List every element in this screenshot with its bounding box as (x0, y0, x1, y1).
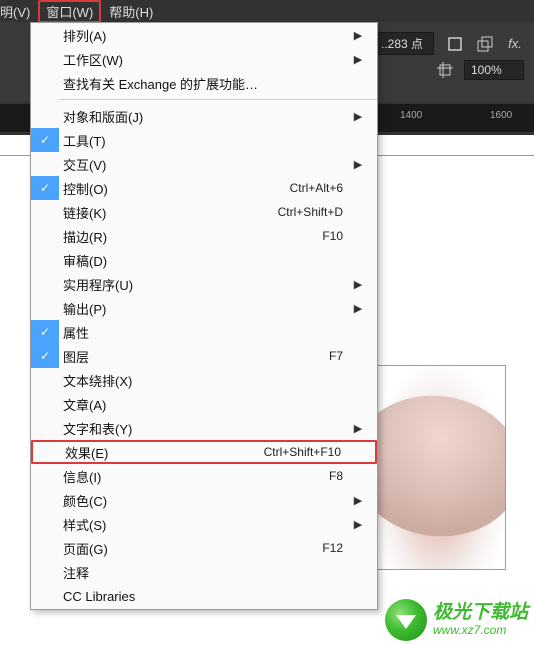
value-field-1[interactable]: ..283 点 (374, 32, 434, 55)
watermark: 极光下载站 www.xz7.com (385, 599, 528, 641)
check-icon: ✓ (31, 320, 59, 344)
check-icon: ✓ (31, 128, 59, 152)
menu-exchange-label: 查找有关 Exchange 的扩展功能… (59, 74, 351, 93)
menu-comments[interactable]: 注释 (31, 560, 377, 584)
submenu-arrow-icon: ▶ (351, 518, 365, 531)
menu-layers-label: 图层 (59, 347, 329, 366)
menu-textwrap[interactable]: 文本绕排(X) (31, 368, 377, 392)
menu-output[interactable]: 输出(P)▶ (31, 296, 377, 320)
menu-tools[interactable]: ✓工具(T) (31, 128, 377, 152)
menu-attributes[interactable]: ✓属性 (31, 320, 377, 344)
toolbar-right-1: ..283 点 fx. (374, 32, 524, 55)
menu-tools-label: 工具(T) (59, 131, 351, 150)
menu-attributes-label: 属性 (59, 323, 351, 342)
crop-icon[interactable] (436, 61, 454, 79)
submenu-arrow-icon: ▶ (351, 422, 365, 435)
image-content (371, 385, 506, 547)
menu-info-label: 信息(I) (59, 467, 329, 486)
menu-effects-label: 效果(E) (61, 443, 264, 462)
layers-icon[interactable] (476, 35, 494, 53)
submenu-arrow-icon: ▶ (351, 110, 365, 123)
menu-comments-label: 注释 (59, 563, 351, 582)
watermark-title: 极光下载站 (433, 603, 528, 624)
menu-review[interactable]: 审稿(D) (31, 248, 377, 272)
separator (59, 99, 377, 100)
check-icon: ✓ (31, 176, 59, 200)
shortcut-text: Ctrl+Shift+F10 (264, 445, 341, 459)
image-frame[interactable] (371, 365, 506, 570)
square-icon[interactable] (446, 35, 464, 53)
menu-textwrap-label: 文本绕排(X) (59, 371, 351, 390)
fx-icon[interactable]: fx. (506, 35, 524, 53)
shortcut-text: Ctrl+Alt+6 (290, 181, 343, 195)
menu-type-tables-label: 文字和表(Y) (59, 419, 351, 438)
menu-links[interactable]: 链接(K)Ctrl+Shift+D (31, 200, 377, 224)
menu-bar: 明(V) 窗口(W) 帮助(H) (0, 0, 534, 22)
menu-item-cut[interactable]: 明(V) (0, 0, 38, 23)
menu-output-label: 输出(P) (59, 299, 351, 318)
menu-obj-layout-label: 对象和版面(J) (59, 107, 351, 126)
menu-arrange[interactable]: 排列(A)▶ (31, 23, 377, 47)
menu-styles-label: 样式(S) (59, 515, 351, 534)
watermark-url: www.xz7.com (433, 624, 528, 637)
menu-control[interactable]: ✓控制(O)Ctrl+Alt+6 (31, 176, 377, 200)
menu-overlays[interactable]: Overlays (31, 608, 377, 611)
menu-utilities[interactable]: 实用程序(U)▶ (31, 272, 377, 296)
menu-pages[interactable]: 页面(G)F12 (31, 536, 377, 560)
menu-obj-layout[interactable]: 对象和版面(J)▶ (31, 104, 377, 128)
menu-cross-label: 交互(V) (59, 155, 351, 174)
menu-stroke[interactable]: 描边(R)F10 (31, 224, 377, 248)
menu-effects[interactable]: 效果(E)Ctrl+Shift+F10 (31, 440, 377, 464)
menu-pages-label: 页面(G) (59, 539, 322, 558)
menu-styles[interactable]: 样式(S)▶ (31, 512, 377, 536)
submenu-arrow-icon: ▶ (351, 302, 365, 315)
watermark-logo-icon (385, 599, 427, 641)
menu-item-help[interactable]: 帮助(H) (101, 0, 161, 23)
menu-info[interactable]: 信息(I)F8 (31, 464, 377, 488)
menu-arrange-label: 排列(A) (59, 26, 351, 45)
submenu-arrow-icon: ▶ (351, 278, 365, 291)
submenu-arrow-icon: ▶ (351, 53, 365, 66)
menu-item-window[interactable]: 窗口(W) (38, 0, 101, 23)
menu-exchange[interactable]: 查找有关 Exchange 的扩展功能… (31, 71, 377, 95)
menu-workspace[interactable]: 工作区(W)▶ (31, 47, 377, 71)
shortcut-text: F12 (322, 541, 343, 555)
menu-type-tables[interactable]: 文字和表(Y)▶ (31, 416, 377, 440)
menu-stroke-label: 描边(R) (59, 227, 322, 246)
shortcut-text: F8 (329, 469, 343, 483)
menu-layers[interactable]: ✓图层F7 (31, 344, 377, 368)
menu-links-label: 链接(K) (59, 203, 278, 222)
submenu-arrow-icon: ▶ (351, 158, 365, 171)
menu-color[interactable]: 颜色(C)▶ (31, 488, 377, 512)
menu-articles-label: 文章(A) (59, 395, 351, 414)
menu-utilities-label: 实用程序(U) (59, 275, 351, 294)
menu-review-label: 审稿(D) (59, 251, 351, 270)
zoom-field[interactable]: 100% (464, 60, 524, 80)
shortcut-text: F7 (329, 349, 343, 363)
submenu-arrow-icon: ▶ (351, 494, 365, 507)
menu-cross[interactable]: 交互(V)▶ (31, 152, 377, 176)
ruler-tick-1600: 1600 (490, 110, 512, 121)
download-arrow-icon (396, 615, 416, 629)
shortcut-text: Ctrl+Shift+D (278, 205, 343, 219)
window-dropdown: 排列(A)▶ 工作区(W)▶ 查找有关 Exchange 的扩展功能… 对象和版… (30, 22, 378, 610)
menu-workspace-label: 工作区(W) (59, 50, 351, 69)
toolbar-right-2: 100% (436, 60, 524, 80)
menu-control-label: 控制(O) (59, 179, 290, 198)
shortcut-text: F10 (322, 229, 343, 243)
menu-cc-libraries[interactable]: CC Libraries (31, 584, 377, 608)
ruler-tick-1400: 1400 (400, 110, 422, 121)
menu-color-label: 颜色(C) (59, 491, 351, 510)
menu-articles[interactable]: 文章(A) (31, 392, 377, 416)
submenu-arrow-icon: ▶ (351, 29, 365, 42)
check-icon: ✓ (31, 344, 59, 368)
menu-cclib-label: CC Libraries (59, 589, 351, 604)
